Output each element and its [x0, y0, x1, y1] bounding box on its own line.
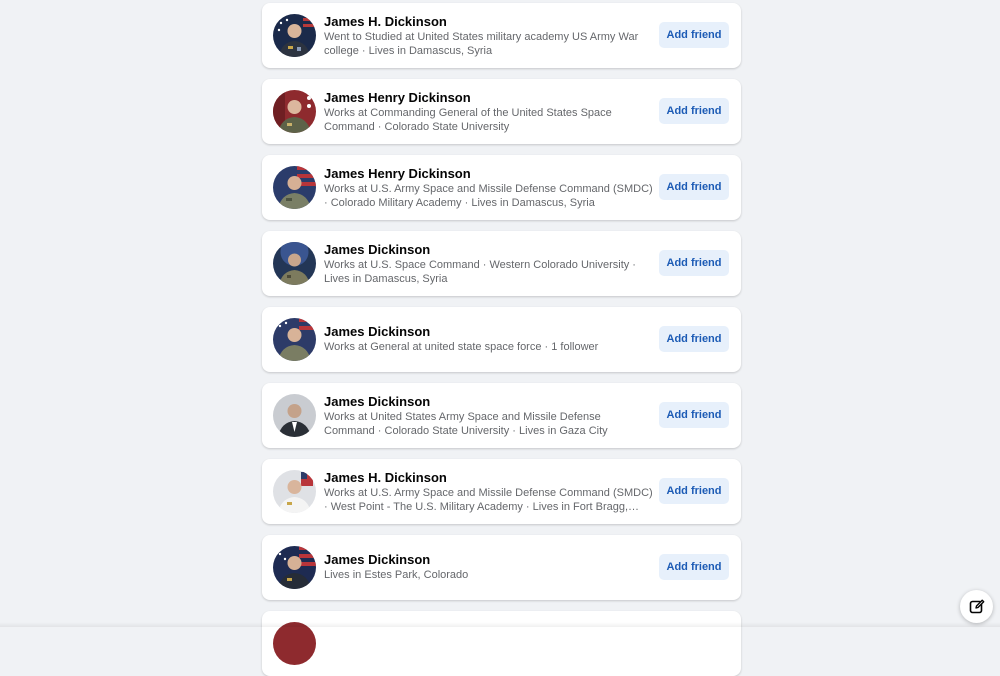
avatar[interactable]: [273, 90, 316, 133]
profile-photo-icon: [273, 318, 316, 361]
avatar[interactable]: [273, 166, 316, 209]
new-message-button[interactable]: [960, 590, 993, 623]
profile-photo-icon: [273, 166, 316, 209]
avatar[interactable]: [273, 394, 316, 437]
result-card[interactable]: James Henry Dickinson Works at U.S. Army…: [262, 155, 741, 220]
add-friend-button[interactable]: Add friend: [659, 22, 729, 48]
result-name[interactable]: James H. Dickinson: [324, 470, 654, 486]
result-description: Works at U.S. Army Space and Missile Def…: [324, 487, 653, 513]
result-description: Works at Commanding General of the Unite…: [324, 107, 612, 133]
result-info: James H. Dickinson Works at U.S. Army Sp…: [324, 470, 654, 514]
profile-photo-icon: [273, 622, 316, 665]
avatar[interactable]: [273, 622, 316, 665]
result-info: James Henry Dickinson Works at U.S. Army…: [324, 166, 654, 210]
profile-photo-icon: [273, 394, 316, 437]
add-friend-button[interactable]: Add friend: [659, 250, 729, 276]
avatar[interactable]: [273, 242, 316, 285]
profile-photo-icon: [273, 90, 316, 133]
result-card[interactable]: James Dickinson Works at United States A…: [262, 383, 741, 448]
avatar[interactable]: [273, 318, 316, 361]
add-friend-button[interactable]: Add friend: [659, 174, 729, 200]
result-description: Went to Studied at United States militar…: [324, 31, 639, 57]
result-info: James Dickinson Lives in Estes Park, Col…: [324, 552, 654, 583]
avatar[interactable]: [273, 546, 316, 589]
profile-photo-icon: [273, 546, 316, 589]
result-info: James Dickinson Works at U.S. Space Comm…: [324, 242, 654, 286]
add-friend-button[interactable]: Add friend: [659, 478, 729, 504]
result-info: James Dickinson Works at United States A…: [324, 394, 654, 438]
result-card[interactable]: James Dickinson Lives in Estes Park, Col…: [262, 535, 741, 600]
add-friend-button[interactable]: Add friend: [659, 554, 729, 580]
result-card[interactable]: James Henry Dickinson Works at Commandin…: [262, 79, 741, 144]
result-description: Works at General at united state space f…: [324, 341, 599, 353]
result-name[interactable]: James H. Dickinson: [324, 14, 654, 30]
result-description: Works at U.S. Space Command · Western Co…: [324, 259, 636, 285]
profile-photo-icon: [273, 470, 316, 513]
add-friend-button[interactable]: Add friend: [659, 326, 729, 352]
result-card-partial[interactable]: [262, 611, 741, 676]
avatar[interactable]: [273, 470, 316, 513]
result-name[interactable]: James Henry Dickinson: [324, 166, 654, 182]
profile-photo-icon: [273, 242, 316, 285]
result-card[interactable]: James Dickinson Works at U.S. Space Comm…: [262, 231, 741, 296]
new-message-icon: [969, 599, 984, 613]
result-card[interactable]: James H. Dickinson Works at U.S. Army Sp…: [262, 459, 741, 524]
result-name[interactable]: James Henry Dickinson: [324, 90, 654, 106]
result-name[interactable]: James Dickinson: [324, 552, 654, 568]
result-description: Lives in Estes Park, Colorado: [324, 569, 469, 581]
result-card[interactable]: James Dickinson Works at General at unit…: [262, 307, 741, 372]
result-description: Works at U.S. Army Space and Missile Def…: [324, 183, 653, 209]
add-friend-button[interactable]: Add friend: [659, 98, 729, 124]
bottom-fade: [0, 622, 1000, 627]
add-friend-button[interactable]: Add friend: [659, 402, 729, 428]
result-info: James Dickinson Works at General at unit…: [324, 324, 654, 355]
result-name[interactable]: James Dickinson: [324, 242, 654, 258]
result-card[interactable]: James H. Dickinson Went to Studied at Un…: [262, 3, 741, 68]
result-info: James Henry Dickinson Works at Commandin…: [324, 90, 654, 134]
profile-photo-icon: [273, 14, 316, 57]
result-name[interactable]: James Dickinson: [324, 324, 654, 340]
result-description: Works at United States Army Space and Mi…: [324, 411, 608, 437]
result-name[interactable]: James Dickinson: [324, 394, 654, 410]
result-info: James H. Dickinson Went to Studied at Un…: [324, 14, 654, 58]
avatar[interactable]: [273, 14, 316, 57]
